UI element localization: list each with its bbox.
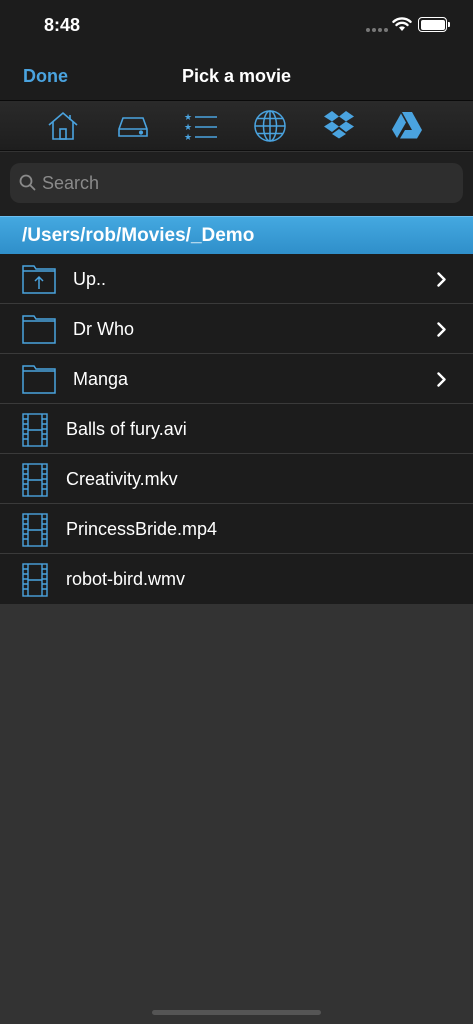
globe-icon[interactable]: [253, 109, 287, 143]
source-toolbar: ★ ★ ★: [0, 101, 473, 151]
chevron-right-icon: [437, 272, 446, 287]
file-row-balls-of-fury[interactable]: Balls of fury.avi: [0, 404, 473, 454]
file-list: Up.. Dr Who Manga Balls of fury.avi Crea…: [0, 254, 473, 604]
file-name: robot-bird.wmv: [66, 569, 186, 589]
wifi-icon: [392, 17, 412, 31]
path-header: /Users/rob/Movies/_Demo: [0, 216, 473, 254]
svg-text:★: ★: [184, 133, 192, 143]
search-icon: [19, 174, 36, 191]
navigation-bar: Pick a movie Done: [0, 52, 473, 100]
folder-row-up[interactable]: Up..: [0, 254, 473, 304]
hard-drive-icon[interactable]: [116, 109, 150, 143]
folder-row-manga[interactable]: Manga: [0, 354, 473, 404]
home-indicator[interactable]: [152, 1010, 321, 1015]
file-name: Balls of fury.avi: [66, 419, 187, 439]
current-path: /Users/rob/Movies/_Demo: [22, 225, 255, 246]
svg-text:★: ★: [184, 123, 192, 133]
folder-row-dr-who[interactable]: Dr Who: [0, 304, 473, 354]
home-icon[interactable]: [46, 109, 80, 143]
done-button[interactable]: Done: [23, 66, 68, 87]
file-row-princess-bride[interactable]: PrincessBride.mp4: [0, 504, 473, 554]
film-icon: [22, 563, 48, 597]
search-bar: [0, 152, 473, 216]
status-bar: 8:48: [0, 0, 473, 52]
file-name: Creativity.mkv: [66, 469, 178, 489]
page-title: Pick a movie: [181, 66, 292, 86]
film-icon: [22, 463, 48, 497]
folder-name: Up..: [73, 269, 107, 289]
folder-name: Manga: [73, 369, 129, 389]
film-icon: [22, 413, 48, 447]
file-row-creativity[interactable]: Creativity.mkv: [0, 454, 473, 504]
folder-name: Dr Who: [73, 319, 135, 339]
status-time: 8:48: [44, 15, 81, 35]
cellular-signal-icon: [366, 28, 388, 32]
chevron-right-icon: [437, 322, 446, 337]
svg-text:★: ★: [184, 113, 192, 123]
film-icon: [22, 513, 48, 547]
folder-icon: [22, 365, 56, 394]
folder-up-icon: [22, 265, 56, 294]
file-row-robot-bird[interactable]: robot-bird.wmv: [0, 554, 473, 604]
search-field[interactable]: [10, 163, 463, 203]
dropbox-icon[interactable]: [322, 109, 356, 143]
search-input[interactable]: [42, 163, 452, 203]
battery-icon: [418, 17, 450, 32]
file-name: PrincessBride.mp4: [66, 519, 218, 539]
google-drive-icon[interactable]: [390, 109, 424, 143]
chevron-right-icon: [437, 372, 446, 387]
folder-icon: [22, 315, 56, 344]
starred-list-icon[interactable]: ★ ★ ★: [184, 109, 218, 143]
